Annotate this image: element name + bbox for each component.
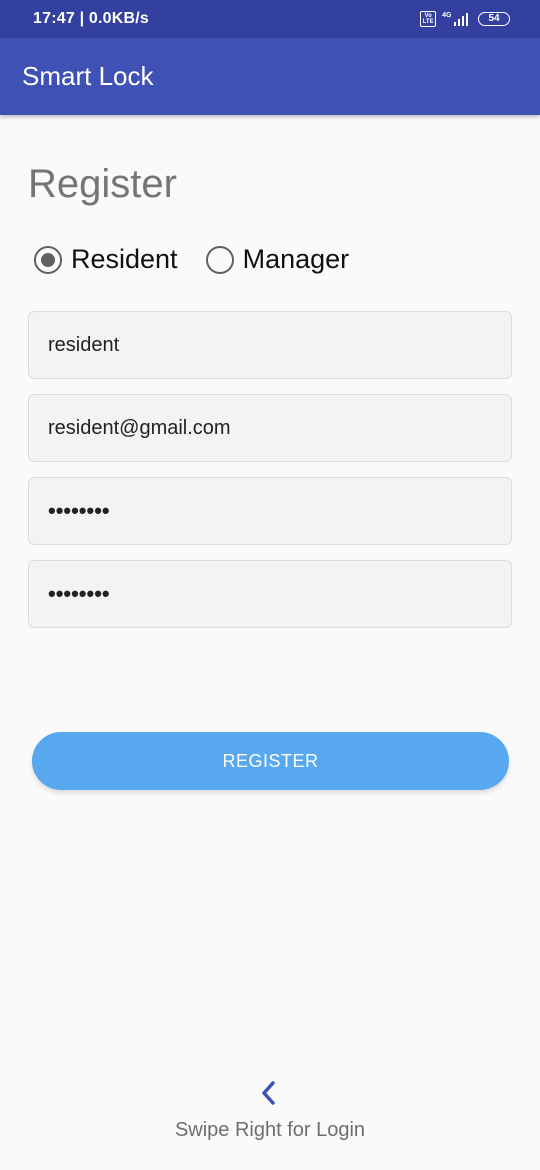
- app-bar: Smart Lock: [0, 38, 540, 115]
- swipe-login-hint: Swipe Right for Login: [174, 1119, 366, 1141]
- chevron-left-icon: [262, 1081, 275, 1105]
- role-radio-group: Resident Manager: [34, 244, 377, 275]
- page-title: Register: [28, 162, 177, 206]
- radio-unchecked-icon[interactable]: [205, 245, 234, 274]
- radio-checked-icon[interactable]: [34, 245, 62, 274]
- password-field[interactable]: ••••••••: [28, 477, 512, 545]
- network-type-label: 4G: [442, 11, 452, 19]
- confirm-password-field[interactable]: ••••••••: [28, 560, 512, 628]
- radio-manager[interactable]: Manager: [205, 244, 350, 275]
- signal-icon: [453, 12, 468, 26]
- volte-bottom-text: LTE: [422, 19, 434, 25]
- radio-resident[interactable]: Resident: [34, 244, 178, 275]
- email-field[interactable]: resident@gmail.com: [28, 394, 512, 462]
- status-time-speed: 17:47 | 0.0KB/s: [33, 10, 149, 27]
- battery-icon: 54: [478, 12, 510, 26]
- register-button[interactable]: REGISTER: [32, 732, 509, 790]
- radio-resident-label: Resident: [71, 244, 178, 274]
- status-bar: 17:47 | 0.0KB/s Vo LTE 4G 54: [0, 0, 540, 38]
- radio-manager-label: Manager: [242, 244, 350, 274]
- username-field[interactable]: resident: [28, 311, 512, 379]
- app-title: Smart Lock: [22, 61, 154, 91]
- status-icons: Vo LTE 4G 54: [420, 11, 510, 27]
- volte-icon: Vo LTE: [420, 11, 437, 27]
